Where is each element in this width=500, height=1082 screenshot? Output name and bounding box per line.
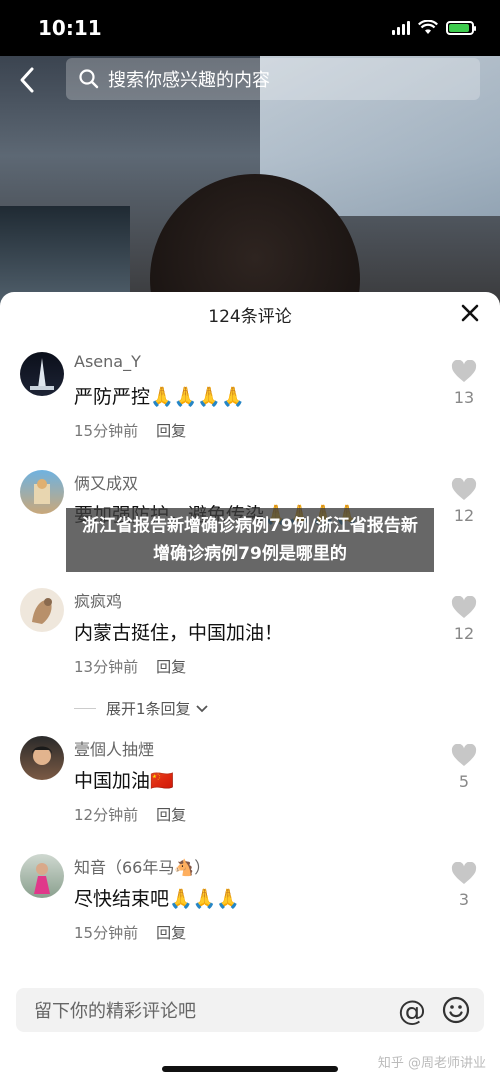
comment-time: 15分钟前 <box>74 924 139 942</box>
like-count: 12 <box>453 506 475 525</box>
watermark: 知乎 @周老师讲业 <box>377 1056 486 1071</box>
avatar[interactable] <box>20 352 64 396</box>
search-placeholder: 搜索你感兴趣的内容 <box>108 70 270 91</box>
reply-button[interactable]: 回复 <box>156 924 186 942</box>
home-indicator <box>162 1066 338 1072</box>
comment-meta: 12分钟前 回复 <box>74 804 186 825</box>
heart-icon <box>451 360 477 382</box>
wifi-icon <box>418 20 438 34</box>
like-count: 3 <box>458 890 470 909</box>
comment-username[interactable]: 壹個人抽煙 <box>74 736 154 760</box>
comment-item[interactable]: 疯疯鸡 内蒙古挺住，中国加油！ 13分钟前 回复 12 <box>0 588 500 698</box>
comment-meta: 15分钟前 回复 <box>74 922 186 943</box>
signal-icon <box>392 20 410 35</box>
comment-input-placeholder: 留下你的精彩评论吧 <box>34 1001 196 1022</box>
comment-text: 严防严控🙏🙏🙏🙏 <box>74 386 245 408</box>
expand-replies-label: 展开1条回复 <box>106 700 191 718</box>
comment-count-title: 124条评论 <box>208 307 292 327</box>
comment-meta: 15分钟前 回复 <box>74 420 186 441</box>
comment-username[interactable]: Asena_Y <box>74 352 141 371</box>
like-count: 12 <box>453 624 475 643</box>
like-button[interactable]: 13 <box>446 360 482 407</box>
status-time: 10:11 <box>38 16 102 40</box>
comment-text: 内蒙古挺住，中国加油！ <box>74 622 284 644</box>
comment-username[interactable]: 疯疯鸡 <box>74 588 122 612</box>
comment-meta: 13分钟前 回复 <box>74 656 186 677</box>
avatar[interactable] <box>20 470 64 514</box>
comment-time: 13分钟前 <box>74 658 139 676</box>
reply-button[interactable]: 回复 <box>156 658 186 676</box>
like-button[interactable]: 12 <box>446 478 482 525</box>
avatar[interactable] <box>20 736 64 780</box>
like-button[interactable]: 3 <box>446 862 482 909</box>
like-button[interactable]: 12 <box>446 596 482 643</box>
at-mention-icon[interactable]: @ <box>398 994 426 1027</box>
reply-button[interactable]: 回复 <box>156 806 186 824</box>
back-icon[interactable] <box>16 66 44 94</box>
search-input[interactable]: 搜索你感兴趣的内容 <box>66 58 480 100</box>
comment-input[interactable]: 留下你的精彩评论吧 @ <box>16 988 484 1032</box>
status-bar: 10:11 <box>0 0 500 56</box>
like-button[interactable]: 5 <box>446 744 482 791</box>
status-icons <box>392 20 476 35</box>
comment-time: 15分钟前 <box>74 422 139 440</box>
like-count: 13 <box>453 388 475 407</box>
avatar[interactable] <box>20 588 64 632</box>
comment-sheet: 124条评论 Asena_Y 严防严控🙏🙏🙏🙏 15分钟前 回复 13 俩又成双 … <box>0 292 500 1082</box>
heart-icon <box>451 862 477 884</box>
avatar[interactable] <box>20 854 64 898</box>
heart-icon <box>451 478 477 500</box>
battery-icon <box>446 20 476 35</box>
comment-item[interactable]: 壹個人抽煙 中国加油🇨🇳 12分钟前 回复 5 <box>0 736 500 846</box>
comment-item[interactable]: Asena_Y 严防严控🙏🙏🙏🙏 15分钟前 回复 13 <box>0 352 500 462</box>
comment-time: 12分钟前 <box>74 806 139 824</box>
title-overlay-banner: 浙江省报告新增确诊病例79例/浙江省报告新增确诊病例79例是哪里的 <box>66 508 434 572</box>
heart-icon <box>451 596 477 618</box>
reply-button[interactable]: 回复 <box>156 422 186 440</box>
expand-replies-button[interactable]: 展开1条回复 <box>74 698 209 719</box>
emoji-icon[interactable] <box>442 996 470 1024</box>
close-icon[interactable] <box>458 302 482 326</box>
heart-icon <box>451 744 477 766</box>
comment-username[interactable]: 知音（66年马🐴） <box>74 854 210 878</box>
search-icon <box>79 69 99 89</box>
comment-item[interactable]: 知音（66年马🐴） 尽快结束吧🙏🙏🙏 15分钟前 回复 3 <box>0 854 500 964</box>
like-count: 5 <box>458 772 470 791</box>
chevron-down-icon <box>195 704 208 712</box>
comment-text: 尽快结束吧🙏🙏🙏 <box>74 888 240 910</box>
comment-username[interactable]: 俩又成双 <box>74 470 138 494</box>
comment-text: 中国加油🇨🇳 <box>74 770 174 792</box>
